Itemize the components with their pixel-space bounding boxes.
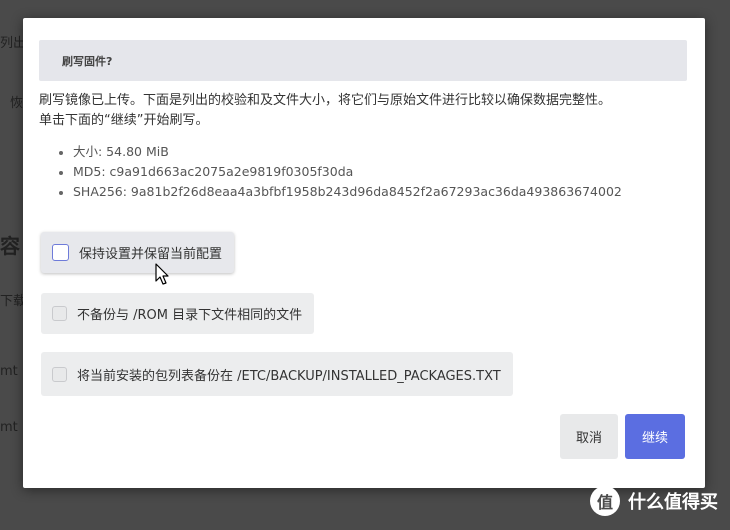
site-watermark: 值 什么值得买 bbox=[590, 486, 718, 516]
continue-button[interactable]: 继续 bbox=[625, 414, 685, 459]
cancel-button[interactable]: 取消 bbox=[560, 414, 618, 459]
dialog-instruction: 单击下面的“继续”开始刷写。 bbox=[39, 113, 209, 128]
checksum-list: 大小: 54.80 MiB MD5: c9a91d663ac2075a2e981… bbox=[39, 142, 687, 202]
backup-packages-checkbox[interactable] bbox=[52, 366, 67, 382]
md5-item: MD5: c9a91d663ac2075a2e9819f0305f30da bbox=[57, 162, 687, 182]
keep-settings-label: 保持设置并保留当前配置 bbox=[79, 247, 223, 262]
skip-rom-backup-option[interactable]: 不备份与 /ROM 目录下文件相同的文件 bbox=[41, 293, 315, 334]
backup-packages-option[interactable]: 将当前安装的包列表备份在 /ETC/BACKUP/INSTALLED_PACKA… bbox=[41, 352, 513, 396]
background-text-2: 恢 bbox=[10, 96, 24, 111]
skip-rom-backup-label: 不备份与 /ROM 目录下文件相同的文件 bbox=[77, 308, 303, 323]
watermark-logo-icon: 值 bbox=[590, 486, 620, 516]
sha256-item: SHA256: 9a81b2f26d8eaa4a3bfbf1958b243d96… bbox=[57, 182, 687, 202]
dialog-description: 刷写镜像已上传。下面是列出的校验和及文件大小，将它们与原始文件进行比较以确保数据… bbox=[39, 93, 612, 108]
skip-rom-backup-checkbox[interactable] bbox=[52, 306, 67, 321]
dialog-header: 刷写固件? bbox=[39, 40, 687, 81]
background-text-5: mt bbox=[0, 420, 18, 435]
mouse-cursor-icon bbox=[155, 263, 169, 285]
file-size-item: 大小: 54.80 MiB bbox=[57, 142, 687, 162]
keep-settings-checkbox[interactable] bbox=[52, 244, 69, 261]
keep-settings-option[interactable]: 保持设置并保留当前配置 bbox=[41, 232, 235, 273]
dialog-body: 刷写镜像已上传。下面是列出的校验和及文件大小，将它们与原始文件进行比较以确保数据… bbox=[39, 91, 687, 202]
flash-firmware-dialog: 刷写固件? 刷写镜像已上传。下面是列出的校验和及文件大小，将它们与原始文件进行比… bbox=[23, 18, 705, 488]
background-text-4: mt bbox=[0, 364, 18, 379]
dialog-title: 刷写固件? bbox=[62, 54, 113, 68]
watermark-text: 什么值得买 bbox=[628, 492, 718, 513]
background-heading: 容 bbox=[0, 234, 20, 258]
backup-packages-label: 将当前安装的包列表备份在 /ETC/BACKUP/INSTALLED_PACKA… bbox=[77, 368, 501, 384]
